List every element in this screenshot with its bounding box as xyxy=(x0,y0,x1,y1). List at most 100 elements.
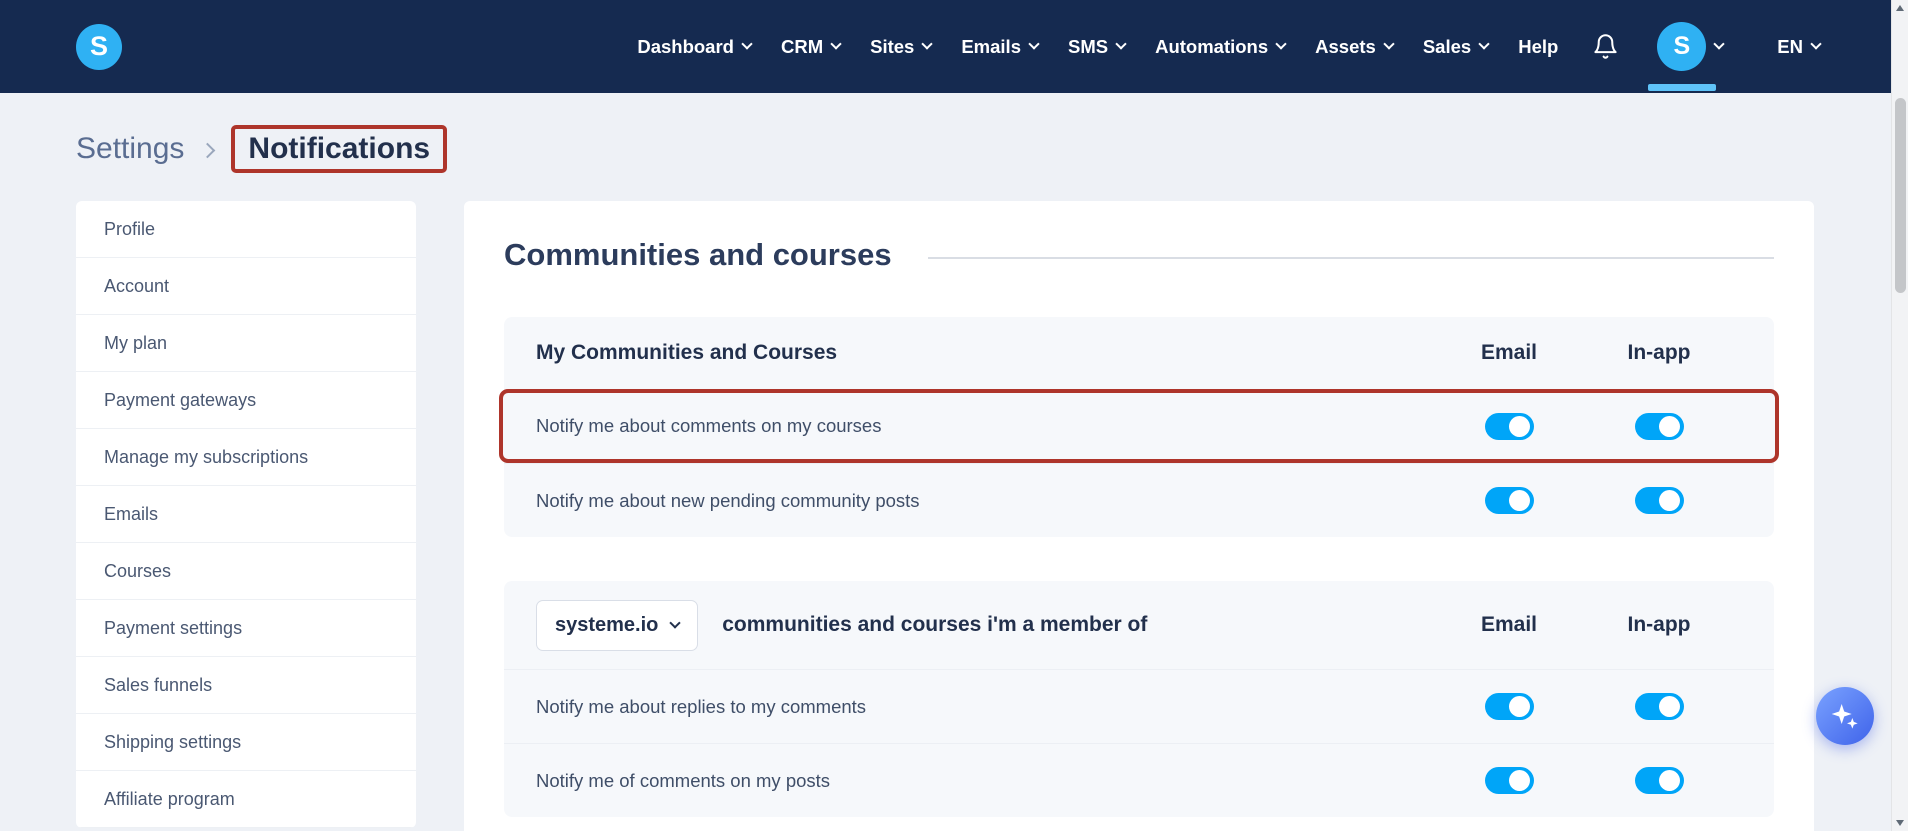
nav-item-sales[interactable]: Sales xyxy=(1423,36,1490,58)
column-header-email: Email xyxy=(1480,613,1538,636)
section-title-row: Communities and courses xyxy=(504,237,1774,273)
inapp-toggle[interactable] xyxy=(1634,487,1684,514)
sidebar-item-manage-my-subscriptions[interactable]: Manage my subscriptions xyxy=(76,429,416,486)
email-cell xyxy=(1434,412,1584,440)
inapp-toggle[interactable] xyxy=(1634,767,1684,794)
panel-title-text: communities and courses i'm a member of xyxy=(722,612,1148,636)
notification-row-replies-to-comments: Notify me about replies to my comments xyxy=(504,669,1774,743)
page-title: Communities and courses xyxy=(504,237,892,272)
chevron-down-icon xyxy=(669,616,682,629)
member-communities-panel: systeme.io communities and courses i'm a… xyxy=(504,581,1774,817)
sidebar-item-shipping-settings[interactable]: Shipping settings xyxy=(76,714,416,771)
column-header-email: Email xyxy=(1480,341,1538,364)
scrollbar-down-arrow[interactable] xyxy=(1892,815,1908,831)
nav-item-assets[interactable]: Assets xyxy=(1315,36,1395,58)
my-communities-panel: My Communities and Courses Email In-app … xyxy=(499,317,1779,537)
notification-row-label: Notify me of comments on my posts xyxy=(536,769,831,791)
panel-title: systeme.io communities and courses i'm a… xyxy=(536,599,1434,651)
sidebar-item-payment-settings[interactable]: Payment settings xyxy=(76,600,416,657)
nav-item-crm[interactable]: CRM xyxy=(781,36,842,58)
column-header-inapp: In-app xyxy=(1627,341,1691,364)
panel-header: My Communities and Courses Email In-app xyxy=(504,317,1774,389)
panel-title: My Communities and Courses xyxy=(536,341,838,364)
inapp-cell xyxy=(1584,412,1734,440)
panel-header: systeme.io communities and courses i'm a… xyxy=(504,581,1774,669)
scrollbar-up-arrow[interactable] xyxy=(1892,0,1908,16)
user-menu[interactable]: S xyxy=(1648,22,1725,91)
sidebar-item-emails[interactable]: Emails xyxy=(76,486,416,543)
toggle-knob xyxy=(1658,415,1680,437)
avatar[interactable]: S xyxy=(1657,22,1707,71)
page-content: Profile Account My plan Payment gateways… xyxy=(0,201,1908,831)
toggle-knob xyxy=(1508,490,1530,511)
chevron-down-icon xyxy=(1028,38,1040,50)
community-selector-dropdown[interactable]: systeme.io xyxy=(536,599,699,651)
sidebar-item-payment-gateways[interactable]: Payment gateways xyxy=(76,372,416,429)
chevron-down-icon xyxy=(830,38,842,50)
nav-item-help[interactable]: Help xyxy=(1518,36,1558,58)
nav-item-automations[interactable]: Automations xyxy=(1155,36,1287,58)
toggle-knob xyxy=(1508,696,1530,717)
sidebar-item-sales-funnels[interactable]: Sales funnels xyxy=(76,657,416,714)
sidebar-item-courses[interactable]: Courses xyxy=(76,543,416,600)
inapp-cell xyxy=(1584,487,1734,514)
notification-row-label: Notify me about new pending community po… xyxy=(536,489,920,511)
chevron-down-icon xyxy=(1275,38,1287,50)
sparkles-icon xyxy=(1831,704,1858,729)
email-cell xyxy=(1434,487,1584,514)
breadcrumb-current-notifications-highlighted: Notifications xyxy=(231,125,448,173)
email-toggle[interactable] xyxy=(1484,487,1534,514)
toggle-knob xyxy=(1508,415,1530,437)
breadcrumb-settings-link[interactable]: Settings xyxy=(76,132,184,166)
email-cell xyxy=(1434,767,1584,794)
toggle-knob xyxy=(1508,770,1530,791)
chevron-down-icon xyxy=(1713,38,1725,50)
chevron-down-icon xyxy=(1383,38,1395,50)
sidebar-item-profile[interactable]: Profile xyxy=(76,201,416,258)
breadcrumb: Settings Notifications xyxy=(76,125,1908,173)
inapp-toggle[interactable] xyxy=(1634,412,1684,440)
notification-row-comments-on-posts: Notify me of comments on my posts xyxy=(504,743,1774,817)
notifications-settings-card: Communities and courses My Communities a… xyxy=(464,201,1814,831)
chevron-down-icon xyxy=(741,38,753,50)
notification-row-pending-community-posts: Notify me about new pending community po… xyxy=(504,463,1774,537)
notification-row-label: Notify me about replies to my comments xyxy=(536,695,867,717)
nav-item-emails[interactable]: Emails xyxy=(961,36,1040,58)
sidebar-item-account[interactable]: Account xyxy=(76,258,416,315)
inapp-toggle[interactable] xyxy=(1634,693,1684,720)
sidebar-item-my-plan[interactable]: My plan xyxy=(76,315,416,372)
title-divider xyxy=(927,257,1774,259)
settings-sidebar: Profile Account My plan Payment gateways… xyxy=(76,201,416,828)
chevron-down-icon xyxy=(1115,38,1127,50)
chevron-down-icon xyxy=(1810,38,1822,50)
chevron-down-icon xyxy=(1478,38,1490,50)
email-toggle[interactable] xyxy=(1484,693,1534,720)
main-nav: Dashboard CRM Sites Emails SMS Automatio… xyxy=(637,22,1822,91)
notifications-bell-button[interactable] xyxy=(1592,33,1619,60)
toggle-knob xyxy=(1658,770,1680,791)
inapp-cell xyxy=(1584,693,1734,720)
nav-item-sms[interactable]: SMS xyxy=(1068,36,1127,58)
nav-item-dashboard[interactable]: Dashboard xyxy=(637,36,753,58)
language-selector[interactable]: EN xyxy=(1777,36,1822,58)
app-logo-letter: S xyxy=(89,31,108,61)
triangle-up-icon xyxy=(1896,5,1904,11)
scrollbar-thumb[interactable] xyxy=(1895,98,1906,293)
email-cell xyxy=(1434,693,1584,720)
top-navbar: S Dashboard CRM Sites Emails SMS Automat… xyxy=(0,0,1908,93)
toggle-knob xyxy=(1658,696,1680,717)
inapp-cell xyxy=(1584,767,1734,794)
email-toggle[interactable] xyxy=(1484,767,1534,794)
nav-item-sites[interactable]: Sites xyxy=(870,36,934,58)
ai-assistant-button[interactable] xyxy=(1816,687,1874,745)
email-toggle[interactable] xyxy=(1484,412,1534,440)
app-logo[interactable]: S xyxy=(76,23,122,70)
sidebar-item-affiliate-program[interactable]: Affiliate program xyxy=(76,771,416,828)
notification-row-label: Notify me about comments on my courses xyxy=(536,415,882,436)
page-scrollbar[interactable] xyxy=(1891,0,1908,831)
bell-icon xyxy=(1594,34,1617,59)
active-nav-indicator xyxy=(1648,84,1717,91)
chevron-down-icon xyxy=(921,38,934,50)
column-header-inapp: In-app xyxy=(1627,613,1691,636)
chevron-right-icon xyxy=(200,142,216,158)
